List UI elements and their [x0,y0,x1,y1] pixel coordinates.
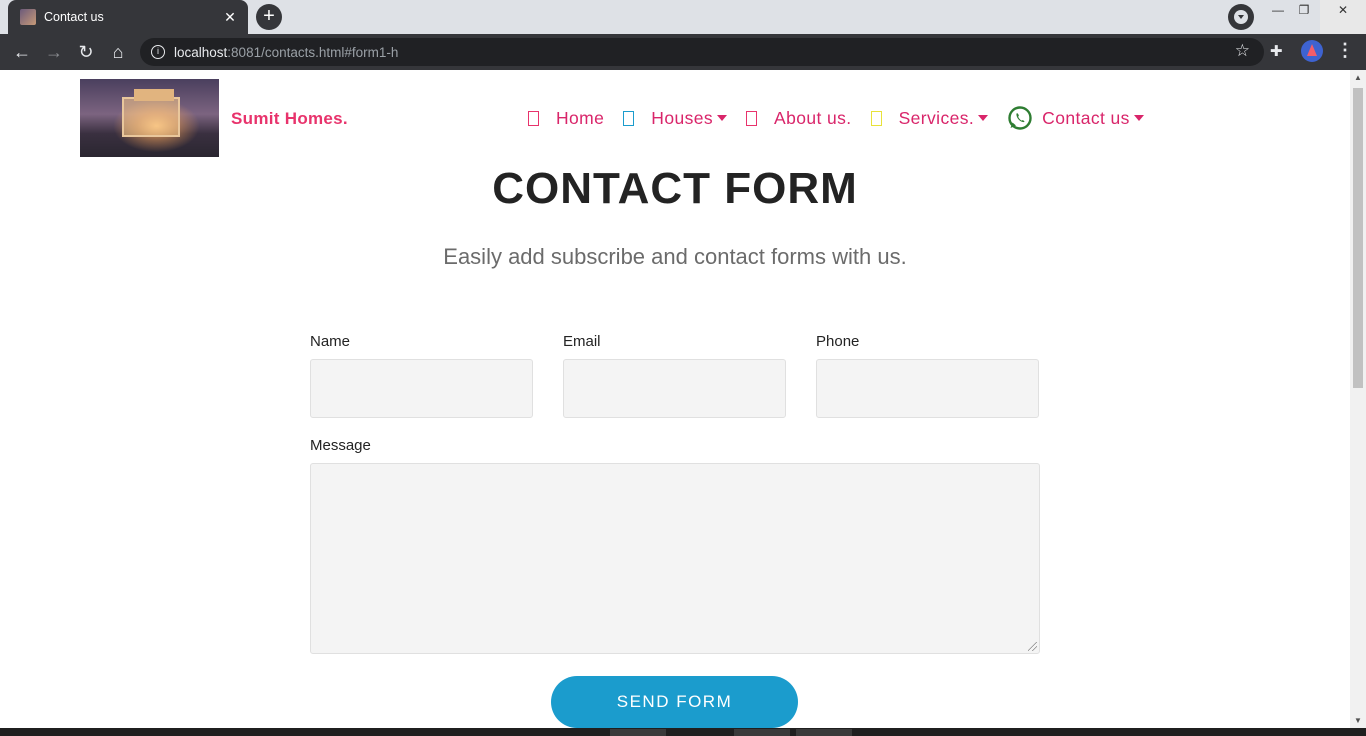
nav-contact[interactable]: Contact us [1007,105,1144,131]
url-text[interactable]: localhost:8081/contacts.html#form1-h [174,45,398,60]
services-nav-icon [870,110,882,126]
email-input[interactable] [563,359,786,418]
page-content: Sumit Homes. Home Houses About us. Servi… [0,70,1350,728]
name-label: Name [310,333,351,350]
phone-label: Phone [816,333,860,350]
email-label: Email [563,333,601,350]
taskbar-item[interactable] [610,729,666,736]
new-tab-button[interactable]: + [256,4,282,30]
caret-down-icon [1133,115,1144,121]
site-logo-image[interactable] [80,79,219,157]
page-scrollbar[interactable]: ▲ ▼ [1350,70,1366,728]
houses-nav-icon [623,110,635,126]
nav-about[interactable]: About us. [746,108,852,129]
caret-down-icon [978,115,989,121]
os-taskbar [0,728,1366,736]
tab-search-icon[interactable] [1228,4,1254,30]
tab-title: Contact us [44,10,104,24]
nav-home[interactable]: Home [528,108,604,129]
scroll-up-icon[interactable]: ▲ [1354,73,1362,82]
send-form-button[interactable]: SEND FORM [551,676,798,728]
browser-tab[interactable]: Contact us ✕ [8,0,248,34]
tab-close-icon[interactable]: ✕ [220,9,240,26]
main-nav: Home Houses About us. Services. Contact … [528,103,1163,133]
resize-handle-icon[interactable] [1028,642,1037,651]
browser-menu-icon[interactable]: ⋮ [1336,40,1354,61]
message-label: Message [310,437,371,454]
forward-arrow-icon[interactable]: → [42,40,66,64]
extensions-puzzle-icon[interactable]: ✚ [1270,42,1283,60]
scroll-thumb[interactable] [1353,88,1363,388]
close-window-button[interactable]: ✕ [1320,0,1366,34]
home-nav-icon [528,110,539,126]
message-textarea[interactable] [310,463,1040,654]
page-title: CONTACT FORM [492,164,858,213]
nav-home-label: Home [556,107,605,128]
reload-icon[interactable]: ↻ [74,40,98,64]
address-bar[interactable]: i localhost:8081/contacts.html#form1-h ☆ [140,38,1264,66]
home-icon[interactable]: ⌂ [106,40,130,64]
info-icon[interactable]: i [151,45,165,59]
nav-houses-label: Houses [651,107,714,128]
profile-avatar[interactable] [1301,40,1323,62]
taskbar-item[interactable] [796,729,852,736]
site-favicon-icon [20,9,36,25]
back-arrow-icon[interactable]: ← [10,40,34,64]
house-illustration [122,89,180,137]
page-subtitle: Easily add subscribe and contact forms w… [443,244,907,269]
nav-services-label: Services. [898,107,975,128]
whatsapp-icon [1008,106,1032,130]
nav-houses[interactable]: Houses [623,107,728,129]
nav-contact-label: Contact us [1042,107,1130,128]
browser-tab-bar: Contact us ✕ + — ❐ ✕ [0,0,1366,34]
browser-toolbar: ← → ↻ ⌂ i localhost:8081/contacts.html#f… [0,34,1366,70]
restore-button[interactable]: ❐ [1286,0,1322,34]
bookmark-star-icon[interactable]: ☆ [1235,41,1250,61]
nav-services[interactable]: Services. [870,107,989,129]
nav-about-label: About us. [774,107,852,128]
scroll-down-icon[interactable]: ▼ [1354,716,1362,725]
taskbar-item[interactable] [734,729,790,736]
about-nav-icon [746,110,758,126]
site-brand[interactable]: Sumit Homes. [231,109,348,129]
phone-input[interactable] [816,359,1039,418]
caret-down-icon [717,115,728,121]
name-input[interactable] [310,359,533,418]
